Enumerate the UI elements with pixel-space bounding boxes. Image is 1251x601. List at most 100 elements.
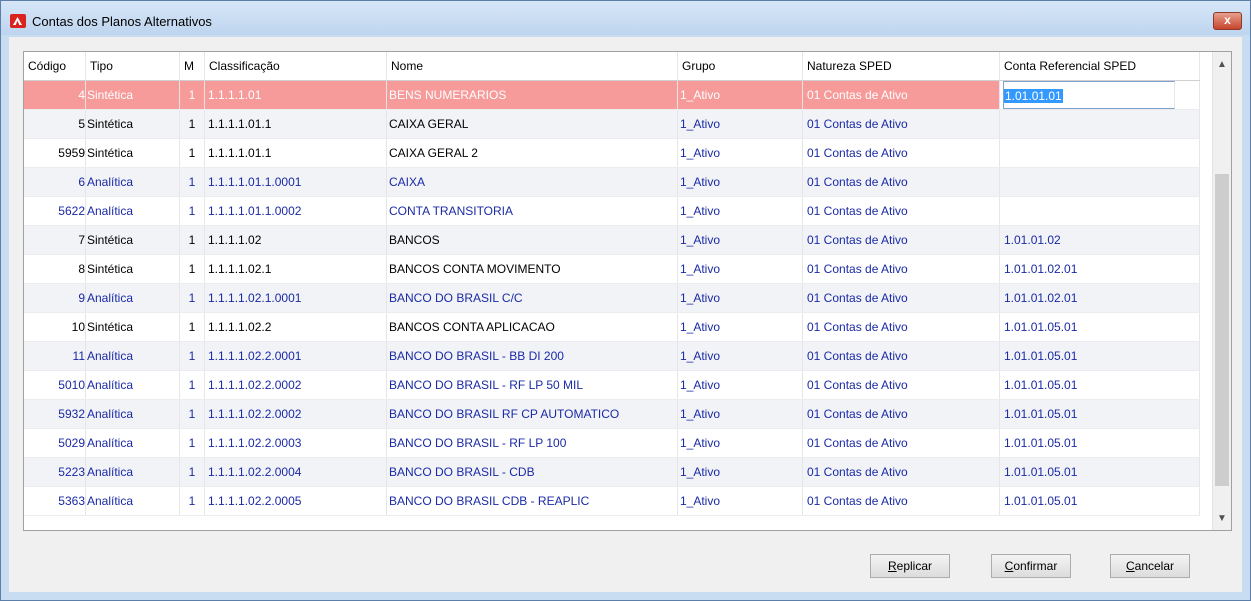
cell-grupo[interactable]: 1_Ativo — [678, 342, 803, 370]
cell-nome[interactable]: BANCOS — [387, 226, 678, 254]
table-row[interactable]: 5959 Sintética 1 1.1.1.1.01.1 CAIXA GERAL 21… — [24, 139, 1200, 168]
cell-tipo[interactable]: Sintética — [86, 255, 180, 283]
cell-natureza[interactable]: 01 Contas de Ativo — [803, 487, 1000, 515]
cell-nome[interactable]: BANCOS CONTA APLICACAO — [387, 313, 678, 341]
cell-tipo[interactable]: Analítica — [86, 487, 180, 515]
cell-natureza[interactable]: 01 Contas de Ativo — [803, 429, 1000, 457]
cell-m[interactable]: 1 — [180, 371, 205, 399]
table-row[interactable]: 7 Sintética 1 1.1.1.1.02 BANCOS 1_Ativo 01 Con… — [24, 226, 1200, 255]
cell-tipo[interactable]: Analítica — [86, 342, 180, 370]
cell-tipo[interactable]: Analítica — [86, 458, 180, 486]
cell-classificacao[interactable]: 1.1.1.1.02.2.0002 — [205, 371, 387, 399]
cell-natureza[interactable]: 01 Contas de Ativo — [803, 81, 1000, 109]
cell-m[interactable]: 1 — [180, 313, 205, 341]
cell-natureza[interactable]: 01 Contas de Ativo — [803, 342, 1000, 370]
cell-classificacao[interactable]: 1.1.1.1.02.1 — [205, 255, 387, 283]
cell-conta-referencial[interactable] — [1000, 168, 1200, 196]
cell-conta-referencial[interactable]: 1.01.01.01 — [1000, 81, 1200, 109]
cell-nome[interactable]: BANCO DO BRASIL - CDB — [387, 458, 678, 486]
cell-classificacao[interactable]: 1.1.1.1.02.2.0004 — [205, 458, 387, 486]
cell-natureza[interactable]: 01 Contas de Ativo — [803, 284, 1000, 312]
cell-m[interactable]: 1 — [180, 255, 205, 283]
cell-codigo[interactable]: 5029 — [24, 429, 86, 457]
table-row[interactable]: 6 Analítica 1 1.1.1.1.01.1.0001 CAIXA 1_Ativo… — [24, 168, 1200, 197]
cell-grupo[interactable]: 1_Ativo — [678, 487, 803, 515]
cell-nome[interactable]: BENS NUMERARIOS — [387, 81, 678, 109]
cell-grupo[interactable]: 1_Ativo — [678, 284, 803, 312]
cell-classificacao[interactable]: 1.1.1.1.01.1.0002 — [205, 197, 387, 225]
cell-tipo[interactable]: Sintética — [86, 313, 180, 341]
cell-tipo[interactable]: Analítica — [86, 168, 180, 196]
cell-natureza[interactable]: 01 Contas de Ativo — [803, 458, 1000, 486]
cell-nome[interactable]: BANCO DO BRASIL - BB DI 200 — [387, 342, 678, 370]
cell-conta-referencial[interactable]: 1.01.01.02.01 — [1000, 284, 1200, 312]
replicar-button[interactable]: Replicar — [870, 554, 950, 578]
col-header-natureza[interactable]: Natureza SPED — [803, 52, 1000, 80]
cell-classificacao[interactable]: 1.1.1.1.01.1 — [205, 139, 387, 167]
vertical-scrollbar[interactable]: ▲ ▼ — [1212, 52, 1231, 530]
cell-grupo[interactable]: 1_Ativo — [678, 458, 803, 486]
cell-grupo[interactable]: 1_Ativo — [678, 197, 803, 225]
confirmar-button[interactable]: Confirmar — [991, 554, 1071, 578]
cancelar-button[interactable]: Cancelar — [1110, 554, 1190, 578]
cell-codigo[interactable]: 5 — [24, 110, 86, 138]
cell-classificacao[interactable]: 1.1.1.1.02.2.0005 — [205, 487, 387, 515]
cell-natureza[interactable]: 01 Contas de Ativo — [803, 400, 1000, 428]
cell-m[interactable]: 1 — [180, 110, 205, 138]
col-header-conta-referencial[interactable]: Conta Referencial SPED — [1000, 52, 1200, 80]
cell-conta-referencial[interactable] — [1000, 197, 1200, 225]
cell-conta-referencial[interactable]: 1.01.01.02 — [1000, 226, 1200, 254]
cell-tipo[interactable]: Analítica — [86, 400, 180, 428]
cell-codigo[interactable]: 5010 — [24, 371, 86, 399]
col-header-tipo[interactable]: Tipo — [86, 52, 180, 80]
table-row[interactable]: 11 Analítica 1 1.1.1.1.02.2.0001 BANCO DO BR… — [24, 342, 1200, 371]
cell-conta-referencial[interactable]: 1.01.01.05.01 — [1000, 429, 1200, 457]
cell-m[interactable]: 1 — [180, 458, 205, 486]
cell-m[interactable]: 1 — [180, 284, 205, 312]
cell-codigo[interactable]: 6 — [24, 168, 86, 196]
cell-classificacao[interactable]: 1.1.1.1.02.2.0003 — [205, 429, 387, 457]
cell-conta-referencial[interactable]: 1.01.01.05.01 — [1000, 342, 1200, 370]
cell-classificacao[interactable]: 1.1.1.1.02.2 — [205, 313, 387, 341]
cell-codigo[interactable]: 7 — [24, 226, 86, 254]
cell-m[interactable]: 1 — [180, 139, 205, 167]
cell-grupo[interactable]: 1_Ativo — [678, 110, 803, 138]
cell-m[interactable]: 1 — [180, 487, 205, 515]
table-row[interactable]: 8 Sintética 1 1.1.1.1.02.1 BANCOS CONTA MOVI… — [24, 255, 1200, 284]
cell-tipo[interactable]: Sintética — [86, 110, 180, 138]
cell-codigo[interactable]: 5223 — [24, 458, 86, 486]
cell-conta-referencial[interactable] — [1000, 110, 1200, 138]
cell-natureza[interactable]: 01 Contas de Ativo — [803, 168, 1000, 196]
cell-tipo[interactable]: Analítica — [86, 284, 180, 312]
cell-natureza[interactable]: 01 Contas de Ativo — [803, 197, 1000, 225]
cell-natureza[interactable]: 01 Contas de Ativo — [803, 371, 1000, 399]
cell-nome[interactable]: BANCOS CONTA MOVIMENTO — [387, 255, 678, 283]
cell-grupo[interactable]: 1_Ativo — [678, 226, 803, 254]
cell-grupo[interactable]: 1_Ativo — [678, 168, 803, 196]
cell-natureza[interactable]: 01 Contas de Ativo — [803, 313, 1000, 341]
cell-nome[interactable]: BANCO DO BRASIL - RF LP 50 MIL — [387, 371, 678, 399]
cell-codigo[interactable]: 5622 — [24, 197, 86, 225]
cell-grupo[interactable]: 1_Ativo — [678, 429, 803, 457]
cell-tipo[interactable]: Analítica — [86, 429, 180, 457]
accounts-grid[interactable]: Código Tipo M Classificação Nome Grupo N… — [23, 51, 1232, 531]
cell-classificacao[interactable]: 1.1.1.1.02 — [205, 226, 387, 254]
cell-grupo[interactable]: 1_Ativo — [678, 313, 803, 341]
cell-grupo[interactable]: 1_Ativo — [678, 81, 803, 109]
cell-nome[interactable]: BANCO DO BRASIL CDB - REAPLIC — [387, 487, 678, 515]
cell-nome[interactable]: BANCO DO BRASIL RF CP AUTOMATICO — [387, 400, 678, 428]
cell-tipo[interactable]: Sintética — [86, 139, 180, 167]
cell-nome[interactable]: BANCO DO BRASIL C/C — [387, 284, 678, 312]
close-button[interactable]: x — [1213, 12, 1242, 30]
scrollbar-thumb[interactable] — [1215, 174, 1229, 486]
cell-classificacao[interactable]: 1.1.1.1.02.1.0001 — [205, 284, 387, 312]
cell-nome[interactable]: CONTA TRANSITORIA — [387, 197, 678, 225]
table-row[interactable]: 5223 Analítica 1 1.1.1.1.02.2.0004 BANCO DO … — [24, 458, 1200, 487]
table-row[interactable]: 5010 Analítica 1 1.1.1.1.02.2.0002 BANCO DO … — [24, 371, 1200, 400]
cell-m[interactable]: 1 — [180, 81, 205, 109]
cell-tipo[interactable]: Analítica — [86, 371, 180, 399]
cell-classificacao[interactable]: 1.1.1.1.01 — [205, 81, 387, 109]
cell-codigo[interactable]: 9 — [24, 284, 86, 312]
cell-m[interactable]: 1 — [180, 226, 205, 254]
cell-codigo[interactable]: 5959 — [24, 139, 86, 167]
